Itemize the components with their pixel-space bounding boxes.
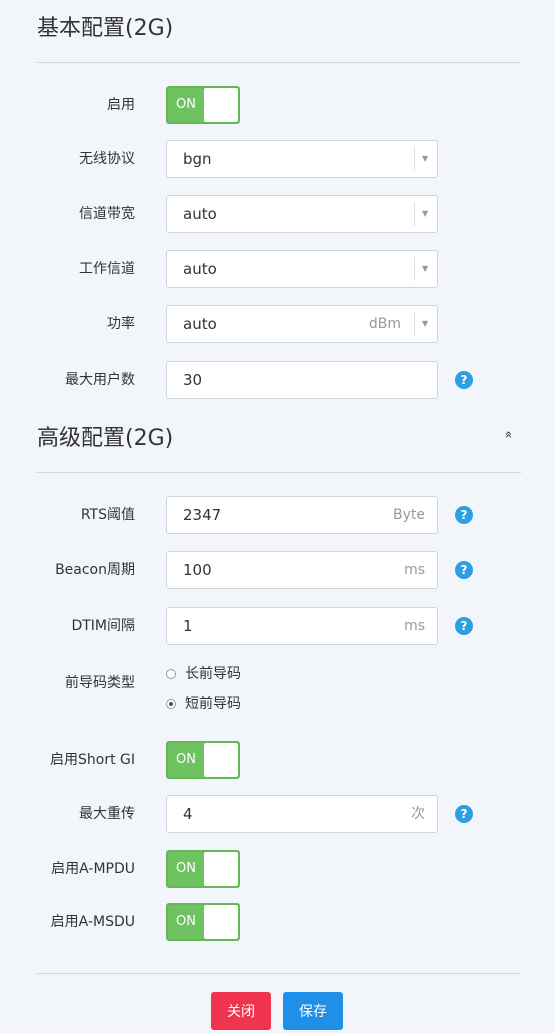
power-value: auto xyxy=(183,315,217,333)
close-button[interactable]: 关闭 xyxy=(211,992,271,1030)
help-icon[interactable]: ? xyxy=(455,805,473,823)
preamble-row: 前导码类型 xyxy=(0,664,555,702)
max-users-label: 最大用户数 xyxy=(65,372,135,388)
footer-divider xyxy=(37,973,521,974)
rts-label: RTS阈值 xyxy=(80,507,135,523)
protocol-select[interactable]: bgn ▼ xyxy=(166,140,438,178)
dtim-input[interactable]: 1 ms xyxy=(166,607,438,645)
dtim-value: 1 xyxy=(183,617,193,635)
rts-value: 2347 xyxy=(183,506,222,524)
preamble-short-radio[interactable]: 短前导码 xyxy=(166,694,241,714)
amsdu-toggle-text: ON xyxy=(176,914,196,929)
beacon-input[interactable]: 100 ms xyxy=(166,551,438,589)
max-retry-input[interactable]: 4 次 xyxy=(166,795,438,833)
advanced-divider xyxy=(37,472,521,473)
channel-select[interactable]: auto ▼ xyxy=(166,250,438,288)
collapse-chevron-icon[interactable]: « xyxy=(500,431,515,439)
ampdu-toggle[interactable]: ON xyxy=(166,850,240,888)
max-users-row: 最大用户数 30 ? xyxy=(0,361,555,399)
power-label: 功率 xyxy=(107,316,135,332)
preamble-long-label: 长前导码 xyxy=(185,666,241,682)
beacon-unit: ms xyxy=(404,562,425,578)
beacon-row: Beacon周期 100 ms ? xyxy=(0,551,555,589)
caret-down-icon[interactable]: ▼ xyxy=(414,202,437,226)
channel-value: auto xyxy=(183,260,217,278)
short-gi-row: 启用Short GI ON xyxy=(0,741,555,779)
radio-unchecked-icon xyxy=(166,669,176,679)
dtim-unit: ms xyxy=(404,618,425,634)
max-users-value: 30 xyxy=(183,371,203,389)
toggle-knob xyxy=(204,905,238,939)
enable-row: 启用 ON xyxy=(0,86,555,124)
protocol-row: 无线协议 bgn ▼ xyxy=(0,140,555,178)
help-icon[interactable]: ? xyxy=(455,371,473,389)
preamble-label: 前导码类型 xyxy=(65,675,135,691)
amsdu-row: 启用A-MSDU ON xyxy=(0,903,555,941)
power-select[interactable]: auto dBm ▼ xyxy=(166,305,438,343)
preamble-short-label: 短前导码 xyxy=(185,696,241,712)
radio-checked-icon xyxy=(166,699,176,709)
max-retry-value: 4 xyxy=(183,805,193,823)
short-gi-toggle-text: ON xyxy=(176,752,196,767)
protocol-label: 无线协议 xyxy=(79,151,135,167)
enable-label: 启用 xyxy=(107,97,135,113)
toggle-knob xyxy=(204,852,238,886)
bandwidth-label: 信道带宽 xyxy=(79,206,135,222)
beacon-value: 100 xyxy=(183,561,212,579)
advanced-config-title: 高级配置(2G) xyxy=(37,426,174,451)
rts-unit: Byte xyxy=(393,507,425,523)
amsdu-toggle[interactable]: ON xyxy=(166,903,240,941)
toggle-knob xyxy=(204,743,238,777)
save-button[interactable]: 保存 xyxy=(283,992,343,1030)
max-users-input[interactable]: 30 xyxy=(166,361,438,399)
max-retry-label: 最大重传 xyxy=(79,806,135,822)
power-row: 功率 auto dBm ▼ xyxy=(0,305,555,343)
power-unit: dBm xyxy=(368,316,401,332)
ampdu-label: 启用A-MPDU xyxy=(51,861,135,877)
preamble-long-radio[interactable]: 长前导码 xyxy=(166,664,241,684)
max-retry-row: 最大重传 4 次 ? xyxy=(0,795,555,833)
caret-down-icon[interactable]: ▼ xyxy=(414,257,437,281)
short-gi-label: 启用Short GI xyxy=(50,752,135,768)
bandwidth-row: 信道带宽 auto ▼ xyxy=(0,195,555,233)
help-icon[interactable]: ? xyxy=(455,506,473,524)
bandwidth-select[interactable]: auto ▼ xyxy=(166,195,438,233)
enable-toggle-text: ON xyxy=(176,97,196,112)
dtim-row: DTIM间隔 1 ms ? xyxy=(0,607,555,645)
protocol-value: bgn xyxy=(183,150,212,168)
beacon-label: Beacon周期 xyxy=(55,562,135,578)
dtim-label: DTIM间隔 xyxy=(71,618,135,634)
max-retry-unit: 次 xyxy=(411,806,425,822)
rts-row: RTS阈值 2347 Byte ? xyxy=(0,496,555,534)
ampdu-row: 启用A-MPDU ON xyxy=(0,850,555,888)
amsdu-label: 启用A-MSDU xyxy=(50,914,135,930)
ampdu-toggle-text: ON xyxy=(176,861,196,876)
bandwidth-value: auto xyxy=(183,205,217,223)
caret-down-icon[interactable]: ▼ xyxy=(414,312,437,336)
channel-row: 工作信道 auto ▼ xyxy=(0,250,555,288)
basic-divider xyxy=(37,62,521,63)
channel-label: 工作信道 xyxy=(79,261,135,277)
short-gi-toggle[interactable]: ON xyxy=(166,741,240,779)
caret-down-icon[interactable]: ▼ xyxy=(414,147,437,171)
enable-toggle[interactable]: ON xyxy=(166,86,240,124)
help-icon[interactable]: ? xyxy=(455,561,473,579)
basic-config-title: 基本配置(2G) xyxy=(37,16,174,41)
help-icon[interactable]: ? xyxy=(455,617,473,635)
toggle-knob xyxy=(204,88,238,122)
rts-input[interactable]: 2347 Byte xyxy=(166,496,438,534)
